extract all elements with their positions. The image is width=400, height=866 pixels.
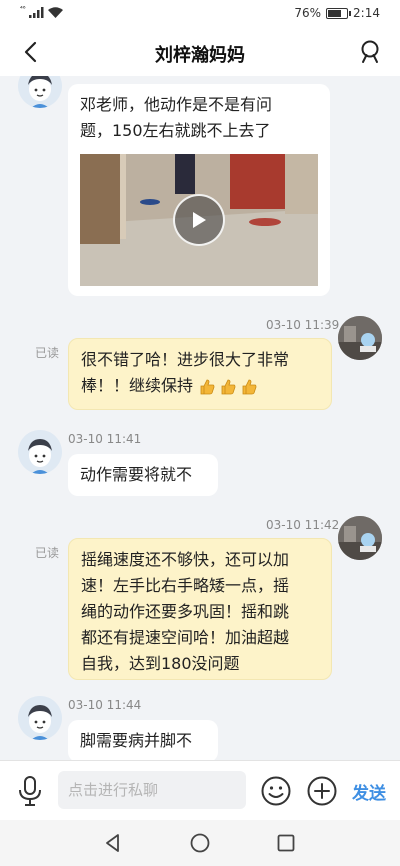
avatar[interactable]	[18, 76, 62, 108]
emoji-group	[198, 378, 258, 396]
message-timestamp: 03-10 11:44	[68, 698, 142, 712]
plus-icon[interactable]	[306, 775, 338, 807]
cartoon-avatar-icon	[18, 430, 62, 474]
message-timestamp: 03-10 11:42	[266, 518, 340, 532]
clock: 2:14	[353, 6, 380, 20]
thumbs-up-icon	[221, 379, 236, 394]
teacher-photo-avatar	[338, 516, 382, 560]
message-bubble[interactable]: 很不错了哈！进步很大了非常 棒！！继续保持	[68, 338, 332, 410]
status-bar: ⁴⁶ 76% 2:14	[0, 0, 400, 28]
message-text-line: 邓老师，他动作是不是有问	[80, 95, 273, 114]
message-bubble[interactable]: 脚需要病并脚不	[68, 720, 218, 760]
message-timestamp: 03-10 11:41	[68, 432, 142, 446]
avatar[interactable]	[18, 430, 62, 474]
video-attachment[interactable]	[80, 154, 318, 286]
microphone-icon	[19, 776, 41, 806]
message-text: 脚需要病并脚不	[80, 731, 193, 750]
message-text-line: 很不错了哈！进步很大了非常	[81, 350, 290, 369]
status-left: ⁴⁶	[20, 4, 63, 18]
read-status: 已读	[35, 546, 60, 560]
message-input-bar: 发送	[0, 760, 400, 820]
battery-level	[328, 9, 342, 17]
page-title: 刘梓瀚妈妈	[155, 45, 245, 66]
nav-back-icon[interactable]	[102, 832, 124, 854]
cartoon-avatar-icon	[18, 696, 62, 740]
thumbs-up-icon	[200, 379, 215, 394]
system-nav-bar	[0, 820, 400, 866]
chat-header: 刘梓瀚妈妈	[0, 28, 400, 76]
message-text-line: 绳的动作还要多巩固！摇和跳	[81, 602, 290, 621]
play-button[interactable]	[173, 194, 225, 246]
nav-recents-icon[interactable]	[275, 832, 297, 854]
message-text-line: 棒！！继续保持	[81, 376, 194, 395]
avatar[interactable]	[18, 696, 62, 740]
message-text: 动作需要将就不	[80, 465, 193, 484]
play-icon	[193, 212, 206, 228]
avatar[interactable]	[338, 316, 382, 360]
battery-percent: 76%	[294, 6, 322, 20]
voice-button[interactable]	[14, 773, 46, 809]
network-type: ⁴⁶	[20, 4, 26, 13]
cartoon-avatar-icon	[18, 76, 62, 108]
battery-icon	[326, 7, 352, 19]
teacher-photo-avatar	[338, 316, 382, 360]
message-bubble[interactable]: 动作需要将就不	[68, 454, 218, 496]
read-status: 已读	[35, 346, 60, 360]
message-text-line: 自我，达到180没问题	[81, 654, 240, 673]
profile-button[interactable]	[356, 38, 384, 66]
thumbs-up-icon	[242, 379, 257, 394]
emoji-icon[interactable]	[260, 775, 292, 807]
avatar[interactable]	[338, 516, 382, 560]
status-right: 76% 2:14	[294, 6, 380, 20]
message-timestamp: 03-10 11:39	[266, 318, 340, 332]
chat-area[interactable]: 邓老师，他动作是不是有问 题，150左右就跳不上去了 03-10 11:39 已…	[0, 76, 400, 760]
message-bubble[interactable]: 邓老师，他动作是不是有问 题，150左右就跳不上去了	[68, 84, 330, 296]
signal-icon	[28, 7, 44, 18]
nav-home-icon[interactable]	[189, 832, 211, 854]
message-text-line: 速！左手比右手略矮一点，摇	[81, 576, 290, 595]
message-input[interactable]	[58, 771, 246, 809]
message-text-line: 摇绳速度还不够快，还可以加	[81, 550, 290, 569]
wifi-icon	[47, 7, 63, 18]
user-icon	[361, 40, 379, 63]
send-button[interactable]: 发送	[352, 779, 386, 804]
message-text-line: 题，150左右就跳不上去了	[80, 121, 271, 140]
message-text-line: 都还有提速空间哈！加油超越	[81, 628, 290, 647]
message-bubble[interactable]: 摇绳速度还不够快，还可以加 速！左手比右手略矮一点，摇 绳的动作还要多巩固！摇和…	[68, 538, 332, 680]
